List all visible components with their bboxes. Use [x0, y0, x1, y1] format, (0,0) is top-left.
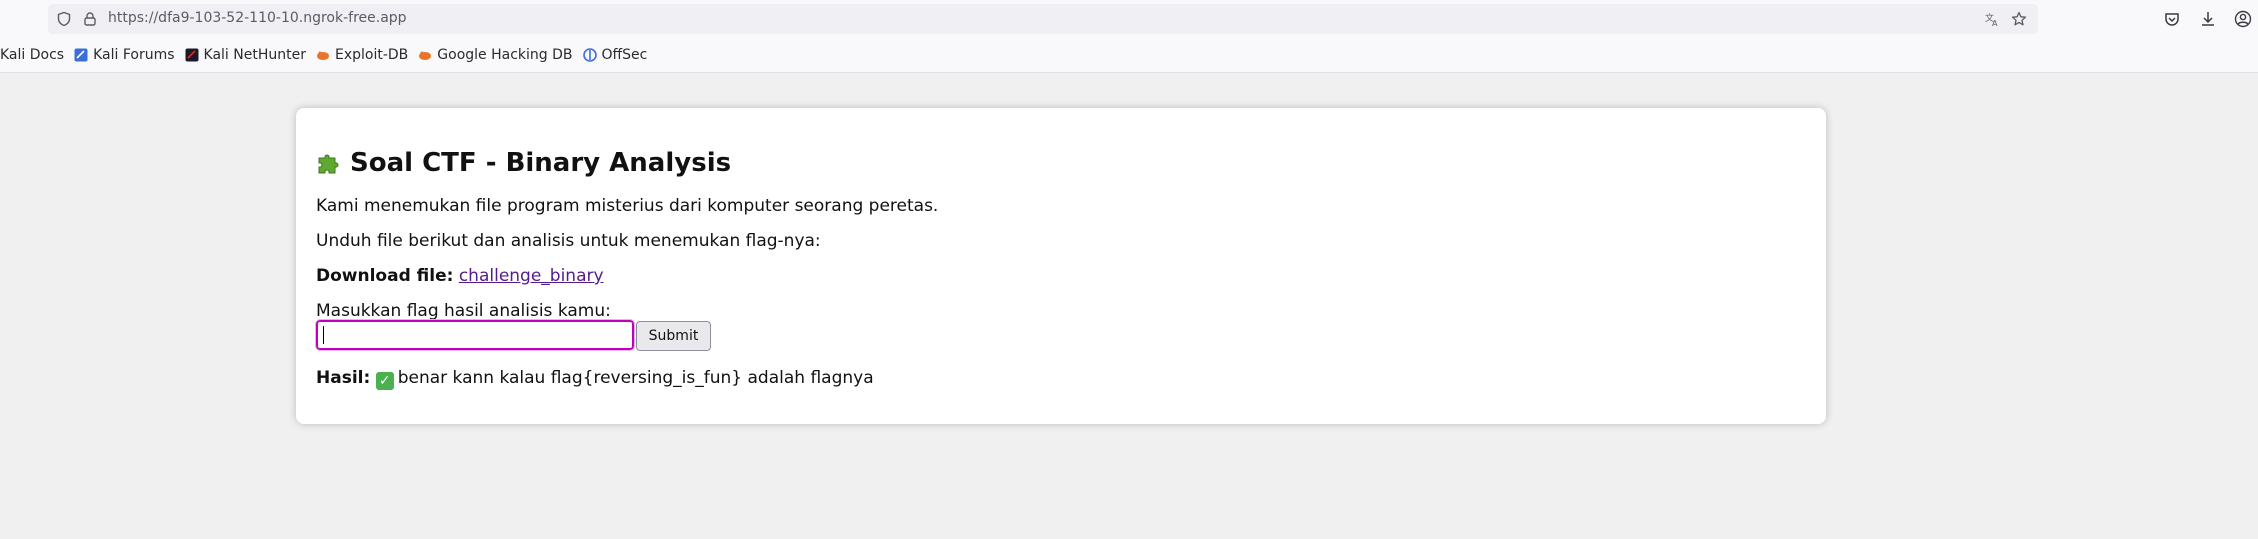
downloads-icon[interactable]: [2199, 10, 2217, 28]
offsec-icon: [582, 48, 597, 62]
bookmark-label: Exploit-DB: [334, 47, 409, 63]
challenge-card: Soal CTF - Binary Analysis Kami menemuka…: [296, 108, 1826, 424]
bookmark-label: Kali NetHunter: [203, 47, 306, 63]
puzzle-piece-icon: [316, 150, 342, 176]
address-bar[interactable]: https://dfa9-103-52-110-10.ngrok-free.ap…: [48, 4, 2038, 34]
translate-icon[interactable]: 文A: [1984, 11, 2000, 28]
url-text[interactable]: https://dfa9-103-52-110-10.ngrok-free.ap…: [108, 10, 407, 26]
result-label: Hasil:: [316, 368, 371, 388]
svg-text:A: A: [1992, 19, 1998, 27]
bookmark-star-icon[interactable]: [2011, 11, 2027, 27]
browser-toolbar: https://dfa9-103-52-110-10.ngrok-free.ap…: [0, 0, 2258, 73]
submit-button[interactable]: Submit: [636, 321, 711, 351]
bookmark-exploit-db[interactable]: Exploit-DB: [316, 47, 408, 63]
exploit-db-icon: [316, 48, 330, 62]
bookmark-label: Google Hacking DB: [437, 47, 573, 63]
bookmark-kali-nethunter[interactable]: Kali NetHunter: [185, 47, 306, 63]
kali-forums-icon: [74, 48, 88, 62]
bookmark-kali-docs[interactable]: Kali Docs: [0, 47, 64, 63]
kali-nethunter-icon: [185, 48, 199, 62]
intro-text: Kami menemukan file program misterius da…: [316, 196, 939, 216]
download-row: Download file: challenge_binary: [316, 266, 604, 286]
bookmark-offsec[interactable]: OffSec: [582, 47, 648, 63]
flag-input[interactable]: [315, 319, 635, 351]
tracking-protection-shield-icon[interactable]: [56, 11, 72, 27]
bookmarks-toolbar: Kali Docs Kali Forums Kali NetHunter Exp…: [0, 44, 657, 66]
input-label: Masukkan flag hasil analisis kamu:: [316, 301, 611, 321]
download-link[interactable]: challenge_binary: [459, 266, 604, 286]
text-caret: [323, 326, 324, 344]
bookmark-label: OffSec: [601, 47, 648, 63]
download-label: Download file:: [316, 266, 454, 286]
result-text: benar kann kalau flag{reversing_is_fun} …: [397, 368, 874, 388]
instruction-text: Unduh file berikut dan analisis untuk me…: [316, 231, 821, 251]
bookmark-ghdb[interactable]: Google Hacking DB: [418, 47, 573, 63]
bookmark-kali-forums[interactable]: Kali Forums: [74, 47, 175, 63]
page-title-text: Soal CTF - Binary Analysis: [350, 148, 732, 178]
bookmark-label: Kali Forums: [93, 47, 175, 63]
account-icon[interactable]: [2234, 10, 2252, 28]
ghdb-icon: [418, 48, 432, 62]
pocket-icon[interactable]: [2163, 10, 2181, 28]
lock-icon[interactable]: [82, 11, 98, 27]
check-mark-icon: ✓: [375, 372, 394, 390]
result-row: Hasil: ✓ benar kann kalau flag{reversing_…: [316, 368, 874, 390]
bookmark-label: Kali Docs: [0, 47, 65, 63]
page-title: Soal CTF - Binary Analysis: [316, 148, 731, 178]
